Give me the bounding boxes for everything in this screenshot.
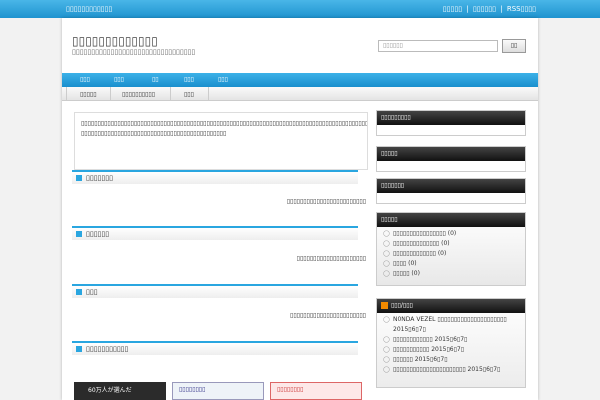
rss-item[interactable]: N0NDA VEZEL ▯▯▯▯▯▯▯▯▯▯▯▯▯▯▯▯▯▯▯▯▯ 2015▯6…	[383, 315, 519, 335]
rss-icon	[381, 302, 388, 309]
rss-list: N0NDA VEZEL ▯▯▯▯▯▯▯▯▯▯▯▯▯▯▯▯▯▯▯▯▯ 2015▯6…	[377, 313, 525, 377]
rss-title-text: ▯▯▯/▯▯▯	[391, 302, 413, 309]
nav-item-5[interactable]: ▯▯▯	[218, 76, 228, 83]
sub-nav: ▯▯▯▯▯ ▯▯▯▯▯▯▯▯▯▯ ▯▯▯	[62, 87, 538, 101]
rss-link[interactable]: RSS▯▯▯▯	[507, 5, 536, 13]
section-heading-4: ▯▯▯▯▯▯▯▯▯▯▯	[72, 341, 358, 355]
section-heading-3: ▯▯▯	[72, 284, 358, 298]
rss-item[interactable]: ▯▯▯▯▯▯▯▯▯▯▯ 2015▯6▯7▯	[383, 345, 519, 355]
top-bar: ▯▯▯▯▯▯▯▯▯▯▯▯ ▯▯▯▯▯ | ▯▯▯▯▯▯ | RSS▯▯▯▯	[0, 0, 600, 18]
sidebar-categories: ▯▯▯▯▯ ▯▯▯▯▯▯▯▯▯▯▯▯▯▯▯▯ (0) ▯▯▯▯▯▯▯▯▯▯▯▯▯…	[376, 212, 526, 286]
sidebar-rss-title: ▯▯▯/▯▯▯	[377, 299, 525, 313]
rss-item[interactable]: ▯▯▯▯▯▯▯▯▯▯▯▯▯▯▯▯▯▯▯▯▯▯ 2015▯6▯7▯	[383, 365, 519, 375]
sidebar-box-3: ▯▯▯▯▯▯▯	[376, 178, 526, 204]
intro-text: ▯▯▯▯▯▯▯▯▯▯▯▯▯▯▯▯▯▯▯▯▯▯▯▯▯▯▯▯▯▯▯▯▯▯▯▯▯▯▯▯…	[74, 112, 368, 170]
thumbnail-1[interactable]: 60万人が選んだ	[74, 382, 166, 400]
section-text-3: ▯▯▯▯▯▯▯▯▯▯▯▯▯▯▯▯▯▯▯▯▯▯▯	[290, 312, 366, 319]
sidebar-box-2-title: ▯▯▯▯▯	[377, 147, 525, 161]
subnav-item-2[interactable]: ▯▯▯▯▯▯▯▯▯▯	[122, 91, 155, 98]
category-item[interactable]: ▯▯▯▯▯ (0)	[383, 269, 519, 279]
subnav-item-1[interactable]: ▯▯▯▯▯	[80, 91, 97, 98]
rss-item[interactable]: ▯▯▯▯▯▯▯▯▯▯▯▯ 2015▯6▯7▯	[383, 335, 519, 345]
site-description: ▯▯▯▯▯▯▯▯▯▯▯▯▯▯▯▯▯▯▯▯▯▯▯▯▯▯▯▯▯▯▯▯	[72, 48, 196, 56]
subnav-item-3[interactable]: ▯▯▯	[184, 91, 194, 98]
section-text-1: ▯▯▯▯▯▯▯▯▯▯▯▯▯▯▯▯▯▯▯▯▯▯▯▯	[286, 198, 366, 205]
nav-item-4[interactable]: ▯▯▯	[184, 76, 194, 83]
section-text-2: ▯▯▯▯▯▯▯▯▯▯▯▯▯▯▯▯▯▯▯▯▯	[296, 255, 366, 262]
topbar-links: ▯▯▯▯▯ | ▯▯▯▯▯▯ | RSS▯▯▯▯	[441, 5, 536, 13]
category-list: ▯▯▯▯▯▯▯▯▯▯▯▯▯▯▯▯ (0) ▯▯▯▯▯▯▯▯▯▯▯▯▯▯ (0) …	[377, 227, 525, 281]
subnav-divider	[110, 87, 111, 101]
sidebar-box-3-title: ▯▯▯▯▯▯▯	[377, 179, 525, 193]
subnav-divider	[170, 87, 171, 101]
section-heading-1: ▯▯▯▯▯▯▯	[72, 170, 358, 184]
sidebar-box-1: ▯▯▯▯▯▯▯▯▯	[376, 110, 526, 136]
topbar-link-2[interactable]: ▯▯▯▯▯▯	[473, 5, 496, 13]
sidebar-rss: ▯▯▯/▯▯▯ N0NDA VEZEL ▯▯▯▯▯▯▯▯▯▯▯▯▯▯▯▯▯▯▯▯…	[376, 298, 526, 388]
search-button[interactable]: ▯▯	[502, 39, 526, 53]
search-input[interactable]: ▯▯▯▯▯▯	[378, 40, 498, 52]
sidebar-box-2: ▯▯▯▯▯	[376, 146, 526, 172]
category-item[interactable]: ▯▯▯▯ (0)	[383, 259, 519, 269]
subnav-divider	[66, 87, 67, 101]
category-item[interactable]: ▯▯▯▯▯▯▯▯▯▯▯▯▯▯ (0)	[383, 239, 519, 249]
sidebar-categories-title: ▯▯▯▯▯	[377, 213, 525, 227]
nav-item-2[interactable]: ▯▯▯	[114, 76, 124, 83]
nav-item-3[interactable]: ▯▯	[152, 76, 159, 83]
site-title[interactable]: ▯▯▯▯▯▯▯▯▯▯▯▯▯	[72, 34, 158, 48]
page-container: ▯▯▯▯▯▯▯▯▯▯▯▯▯ ▯▯▯▯▯▯▯▯▯▯▯▯▯▯▯▯▯▯▯▯▯▯▯▯▯▯…	[62, 18, 538, 400]
topbar-separator: |	[466, 5, 469, 13]
section-heading-2: ▯▯▯▯▯▯	[72, 226, 358, 240]
category-item[interactable]: ▯▯▯▯▯▯▯▯▯▯▯▯▯▯▯▯ (0)	[383, 229, 519, 239]
rss-item[interactable]: ▯▯▯▯▯▯ 2015▯6▯7▯	[383, 355, 519, 365]
category-item[interactable]: ▯▯▯▯▯▯▯▯▯▯▯▯▯ (0)	[383, 249, 519, 259]
topbar-site-link[interactable]: ▯▯▯▯▯▯▯▯▯▯▯▯	[66, 5, 112, 13]
nav-item-1[interactable]: ▯▯▯	[80, 76, 90, 83]
topbar-link-1[interactable]: ▯▯▯▯▯	[443, 5, 462, 13]
main-nav: ▯▯▯ ▯▯▯ ▯▯ ▯▯▯ ▯▯▯	[62, 73, 538, 87]
topbar-separator: |	[500, 5, 503, 13]
thumbnail-2[interactable]: ▯▯▯▯▯▯▯▯	[172, 382, 264, 400]
subnav-divider	[208, 87, 209, 101]
sidebar-box-1-title: ▯▯▯▯▯▯▯▯▯	[377, 111, 525, 125]
thumbnail-3[interactable]: ▯▯▯▯▯▯▯▯	[270, 382, 362, 400]
